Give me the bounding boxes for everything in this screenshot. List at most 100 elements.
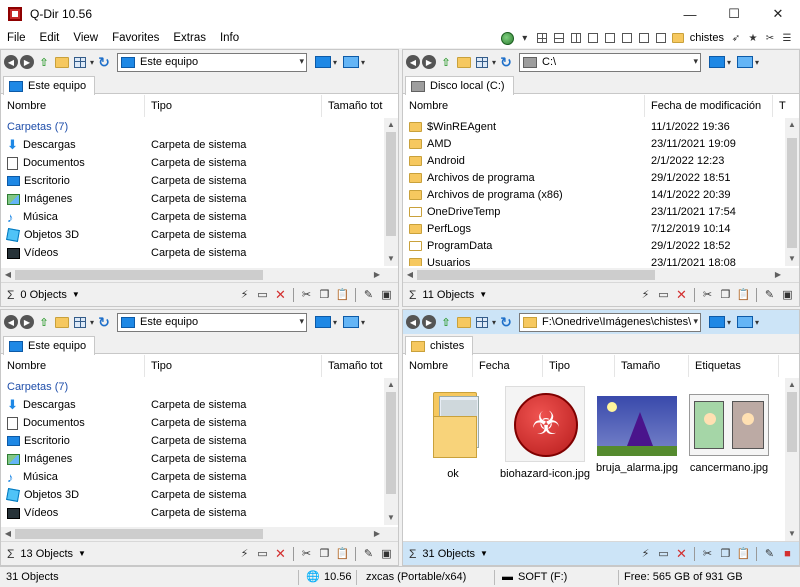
minimize-button[interactable]: — xyxy=(668,0,712,28)
monitor-icon[interactable] xyxy=(315,316,332,328)
column-nombre[interactable]: Nombre xyxy=(403,95,645,117)
column-tamano[interactable]: Tamaño xyxy=(615,355,689,377)
list-item[interactable]: ⬇ Descargas Carpeta de sistema xyxy=(1,136,384,154)
chevron-down-icon[interactable]: ▾ xyxy=(299,56,304,67)
paste-icon[interactable]: 📋 xyxy=(335,287,350,302)
chevron-left-icon[interactable]: ◀ xyxy=(403,268,417,282)
list-item[interactable]: ⬇ Descargas Carpeta de sistema xyxy=(1,396,384,414)
horizontal-scrollbar[interactable]: ◀ ▶ xyxy=(1,527,384,541)
delete-icon[interactable]: ✕ xyxy=(674,287,689,302)
tab-chistes[interactable]: chistes xyxy=(405,336,474,355)
horizontal-scrollbar[interactable]: ◀ ▶ xyxy=(403,268,785,282)
monitor-alt-icon[interactable] xyxy=(737,56,754,68)
chevron-down-icon[interactable]: ▾ xyxy=(755,58,759,67)
column-tamano[interactable]: Tamaño tot xyxy=(322,95,386,117)
refresh-icon[interactable]: ↻ xyxy=(96,54,112,70)
star-folder-icon[interactable]: ★ xyxy=(746,31,760,45)
up-folder-icon[interactable]: ⇧ xyxy=(438,314,454,330)
new-folder-icon[interactable] xyxy=(54,54,70,70)
list-item[interactable]: Vídeos Carpeta de sistema xyxy=(1,504,384,522)
address-bar[interactable]: Este equipo ▾ xyxy=(117,312,308,332)
back-icon[interactable]: ◀ xyxy=(4,315,18,329)
list-item[interactable]: Android 2/1/2022 12:23 xyxy=(403,152,785,170)
refresh-icon[interactable]: ↻ xyxy=(96,314,112,330)
properties-icon[interactable]: ▣ xyxy=(379,546,394,561)
thumbnail-item[interactable]: ok xyxy=(407,386,499,480)
tab-disco-local[interactable]: Disco local (C:) xyxy=(405,76,514,95)
edit-icon[interactable]: ✎ xyxy=(361,546,376,561)
chevron-up-icon[interactable]: ▲ xyxy=(785,118,799,132)
chevron-up-icon[interactable]: ▲ xyxy=(384,118,398,132)
column-tipo[interactable]: Tipo xyxy=(145,95,322,117)
chevron-down-icon[interactable]: ▾ xyxy=(333,318,337,327)
chevron-down-icon[interactable]: ▾ xyxy=(492,318,496,327)
column-fecha[interactable]: Fecha xyxy=(473,355,543,377)
chevron-down-icon[interactable]: ▾ xyxy=(90,318,94,327)
options-icon[interactable]: ☰ xyxy=(780,31,794,45)
monitor-icon[interactable] xyxy=(709,316,726,328)
refresh-icon[interactable]: ↻ xyxy=(498,314,514,330)
chevron-down-icon[interactable]: ▾ xyxy=(693,316,698,327)
rename-icon[interactable]: ▭ xyxy=(656,546,671,561)
chevron-down-icon[interactable]: ▾ xyxy=(90,58,94,67)
address-bar[interactable]: C:\ ▾ xyxy=(519,52,702,72)
thumbnail-item[interactable]: bruja_alarma.jpg xyxy=(591,386,683,474)
tab-este-equipo[interactable]: Este equipo xyxy=(3,336,96,355)
list-item[interactable]: PerfLogs 7/12/2019 10:14 xyxy=(403,220,785,238)
address-bar[interactable]: Este equipo ▾ xyxy=(117,52,308,72)
chevron-down-icon[interactable]: ▾ xyxy=(492,58,496,67)
layout-alt-icon[interactable] xyxy=(620,31,634,45)
cut-icon[interactable]: ✂ xyxy=(700,287,715,302)
menu-file[interactable]: File xyxy=(0,32,33,44)
rename-icon[interactable]: ▭ xyxy=(255,287,270,302)
scroll-thumb[interactable] xyxy=(386,392,396,494)
horizontal-scrollbar[interactable]: ◀ ▶ xyxy=(1,268,384,282)
list-item[interactable]: Archivos de programa (x86) 14/1/2022 20:3… xyxy=(403,186,785,204)
forward-icon[interactable]: ▶ xyxy=(422,55,436,69)
refresh-icon[interactable]: ↻ xyxy=(498,54,514,70)
chevron-down-icon[interactable]: ▾ xyxy=(361,58,365,67)
chevron-right-icon[interactable]: ▶ xyxy=(370,527,384,541)
view-icon[interactable] xyxy=(474,314,490,330)
group-header[interactable]: Carpetas (7) xyxy=(7,118,68,136)
view-icon[interactable] xyxy=(72,54,88,70)
column-etiquetas[interactable]: Etiquetas xyxy=(689,355,779,377)
new-folder-icon[interactable] xyxy=(54,314,70,330)
menu-edit[interactable]: Edit xyxy=(33,32,67,44)
thumbnail-item[interactable]: ☣ biohazard-icon.jpg xyxy=(499,386,591,480)
column-tipo[interactable]: Tipo xyxy=(543,355,615,377)
forward-icon[interactable]: ▶ xyxy=(20,55,34,69)
copy-icon[interactable]: ❐ xyxy=(718,546,733,561)
cut-icon[interactable]: ✂ xyxy=(299,287,314,302)
thumbnail-item[interactable]: cancermano.jpg xyxy=(683,386,775,474)
object-count[interactable]: 31 Objects xyxy=(422,548,475,560)
edit-icon[interactable]: ✎ xyxy=(361,287,376,302)
column-tamano[interactable]: Tamaño tot xyxy=(322,355,386,377)
chevron-down-icon[interactable]: ▾ xyxy=(727,58,731,67)
list-item[interactable]: Objetos 3D Carpeta de sistema xyxy=(1,226,384,244)
properties-icon[interactable]: ■ xyxy=(780,546,795,561)
list-item[interactable]: Documentos Carpeta de sistema xyxy=(1,154,384,172)
chevron-down-icon[interactable]: ▼ xyxy=(384,511,398,525)
new-folder-icon[interactable] xyxy=(456,54,472,70)
scroll-thumb[interactable] xyxy=(15,270,263,280)
list-item[interactable]: Escritorio Carpeta de sistema xyxy=(1,432,384,450)
list-item[interactable]: $WinREAgent 11/1/2022 19:36 xyxy=(403,118,785,136)
rename-icon[interactable]: ▭ xyxy=(255,546,270,561)
group-header[interactable]: Carpetas (7) xyxy=(7,378,68,396)
cut-icon[interactable]: ✂ xyxy=(299,546,314,561)
list-item[interactable]: AMD 23/11/2021 19:09 xyxy=(403,135,785,153)
chevron-up-icon[interactable]: ▲ xyxy=(785,378,799,392)
chevron-left-icon[interactable]: ◀ xyxy=(1,527,15,541)
monitor-alt-icon[interactable] xyxy=(737,316,754,328)
list-item[interactable]: Archivos de programa 29/1/2022 18:51 xyxy=(403,169,785,187)
column-nombre[interactable]: Nombre xyxy=(1,355,145,377)
chevron-right-icon[interactable]: ▶ xyxy=(771,268,785,282)
chevron-down-icon[interactable]: ▼ xyxy=(785,527,799,541)
lightning-icon[interactable]: ⚡ xyxy=(237,546,252,561)
object-count[interactable]: 13 Objects xyxy=(20,548,73,560)
edit-icon[interactable]: ✎ xyxy=(762,546,777,561)
list-item[interactable]: Documentos Carpeta de sistema xyxy=(1,414,384,432)
scroll-thumb[interactable] xyxy=(787,138,797,248)
column-tipo[interactable]: Tipo xyxy=(145,355,322,377)
